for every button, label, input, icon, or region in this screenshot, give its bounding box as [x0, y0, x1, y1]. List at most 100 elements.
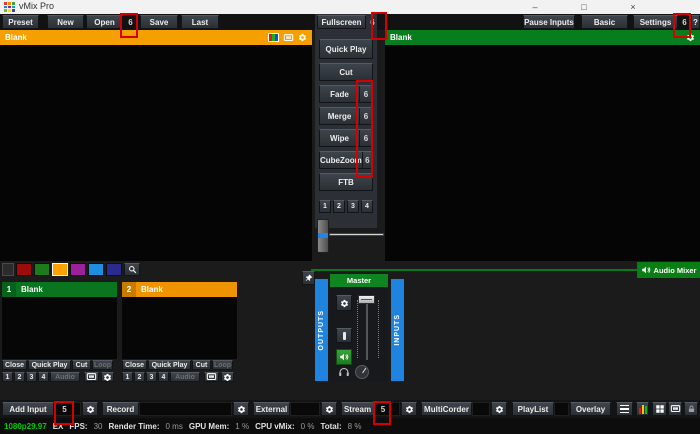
master-mute-button[interactable]: [336, 349, 352, 365]
overlay-3-button[interactable]: 3: [347, 200, 359, 213]
input-1-loop-button[interactable]: Loop: [92, 360, 113, 370]
preview-screen-left[interactable]: [0, 45, 312, 261]
stream-settings-button[interactable]: [401, 402, 417, 416]
preview-screen-right[interactable]: [385, 45, 700, 261]
pause-inputs-button[interactable]: Pause Inputs: [523, 15, 575, 29]
input-1-thumbnail[interactable]: [2, 297, 117, 359]
external-button[interactable]: External: [253, 402, 290, 416]
outputs-tab[interactable]: OUTPUTS: [315, 279, 328, 381]
transition-wipe-button[interactable]: Wipe 6: [319, 129, 373, 147]
input-1-header[interactable]: 1 Blank: [2, 282, 117, 297]
input-2-fullscreen-button[interactable]: [204, 372, 219, 382]
master-fader-track[interactable]: [366, 299, 368, 360]
input-2-loop-button[interactable]: Loop: [212, 360, 233, 370]
input-2-settings-button[interactable]: [221, 372, 234, 382]
input-2-quick-play-button[interactable]: Quick Play: [148, 360, 191, 370]
audio-meters-button[interactable]: [636, 402, 649, 416]
add-input-button[interactable]: Add Input: [2, 402, 54, 416]
last-button[interactable]: Last: [181, 15, 219, 29]
cut-button[interactable]: Cut: [319, 63, 373, 81]
overlay-button[interactable]: Overlay: [570, 402, 611, 416]
multicorder-settings-button[interactable]: [491, 402, 507, 416]
lock-button[interactable]: [684, 402, 698, 416]
close-button[interactable]: ×: [622, 0, 644, 13]
input-2-overlay-3-button[interactable]: 3: [146, 372, 157, 382]
menu-button[interactable]: [616, 402, 633, 416]
wipe-count-badge[interactable]: 6: [359, 130, 372, 146]
input-1-settings-button[interactable]: [101, 372, 114, 382]
category-swatch[interactable]: [70, 263, 86, 276]
input-2-thumbnail[interactable]: [122, 297, 237, 359]
save-button[interactable]: Save: [140, 15, 178, 29]
t-bar-handle[interactable]: [317, 219, 329, 253]
t-bar-track[interactable]: [329, 233, 384, 236]
input-1-audio-button[interactable]: Audio: [50, 372, 80, 382]
category-swatch[interactable]: [106, 263, 122, 276]
multicorder-button[interactable]: MultiCorder: [421, 402, 472, 416]
input-2-audio-button[interactable]: Audio: [170, 372, 200, 382]
category-swatch-none[interactable]: [2, 263, 14, 276]
maximize-button[interactable]: □: [573, 0, 595, 13]
merge-count-badge[interactable]: 6: [359, 108, 372, 124]
category-swatch[interactable]: [52, 263, 68, 276]
cubezoom-count-badge[interactable]: 6: [361, 152, 372, 168]
input-1-overlay-4-button[interactable]: 4: [38, 372, 49, 382]
master-fader-handle[interactable]: [358, 295, 375, 304]
fullscreen-button[interactable]: Fullscreen: [317, 15, 366, 29]
overlay-2-button[interactable]: 2: [333, 200, 345, 213]
input-2-close-button[interactable]: Close: [122, 360, 147, 370]
fullscreen-output-icon[interactable]: [283, 33, 294, 43]
search-button[interactable]: [124, 263, 140, 276]
playlist-button[interactable]: PlayList: [512, 402, 554, 416]
headphones-icon[interactable]: [338, 366, 350, 378]
record-button[interactable]: Record: [102, 402, 139, 416]
audio-mixer-toggle[interactable]: Audio Mixer: [637, 262, 700, 278]
input-1-fullscreen-button[interactable]: [84, 372, 99, 382]
minimize-button[interactable]: –: [524, 0, 546, 13]
transition-fade-button[interactable]: Fade 6: [319, 85, 373, 103]
solo-button[interactable]: [336, 328, 352, 343]
category-swatch[interactable]: [34, 263, 50, 276]
transition-merge-button[interactable]: Merge 6: [319, 107, 373, 125]
fade-count-badge[interactable]: 6: [359, 86, 372, 102]
gear-icon: [223, 373, 232, 381]
overlay-1-button[interactable]: 1: [319, 200, 331, 213]
input-2-number: 2: [122, 282, 136, 297]
overlay-4-button[interactable]: 4: [361, 200, 373, 213]
gear-icon[interactable]: [298, 33, 307, 42]
input-2-header[interactable]: 2 Blank: [122, 282, 237, 297]
add-input-settings-button[interactable]: [82, 402, 98, 416]
input-2-overlay-1-button[interactable]: 1: [122, 372, 133, 382]
input-1-quick-play-button[interactable]: Quick Play: [28, 360, 71, 370]
help-button[interactable]: ?: [691, 15, 700, 29]
preview-monitor-button[interactable]: [668, 402, 682, 416]
input-1-overlay-1-button[interactable]: 1: [2, 372, 13, 382]
headphone-volume-knob[interactable]: [355, 365, 369, 379]
layout-grid-button[interactable]: [652, 402, 667, 416]
new-button[interactable]: New: [47, 15, 84, 29]
input-1-cut-button[interactable]: Cut: [72, 360, 91, 370]
category-swatch[interactable]: [88, 263, 104, 276]
basic-button[interactable]: Basic: [581, 15, 628, 29]
input-2-overlay-4-button[interactable]: 4: [158, 372, 169, 382]
master-settings-button[interactable]: [336, 295, 352, 311]
pin-mixer-button[interactable]: [302, 271, 315, 285]
settings-button[interactable]: Settings: [633, 15, 678, 29]
input-2-cut-button[interactable]: Cut: [192, 360, 211, 370]
input-1-overlay-3-button[interactable]: 3: [26, 372, 37, 382]
preset-button[interactable]: Preset: [2, 15, 39, 29]
category-swatch[interactable]: [16, 263, 32, 276]
stream-button[interactable]: Stream: [341, 402, 374, 416]
input-1-close-button[interactable]: Close: [2, 360, 27, 370]
open-button[interactable]: Open: [86, 15, 123, 29]
colorbars-icon[interactable]: [268, 33, 279, 42]
input-1-overlay-2-button[interactable]: 2: [14, 372, 25, 382]
quick-play-button[interactable]: Quick Play: [319, 39, 373, 59]
inputs-tab[interactable]: INPUTS: [391, 279, 404, 381]
record-settings-button[interactable]: [233, 402, 249, 416]
gear-icon[interactable]: [686, 33, 695, 42]
transition-cubezoom-button[interactable]: CubeZoom 6: [319, 151, 373, 169]
ftb-button[interactable]: FTB: [319, 173, 373, 191]
external-settings-button[interactable]: [321, 402, 337, 416]
input-2-overlay-2-button[interactable]: 2: [134, 372, 145, 382]
